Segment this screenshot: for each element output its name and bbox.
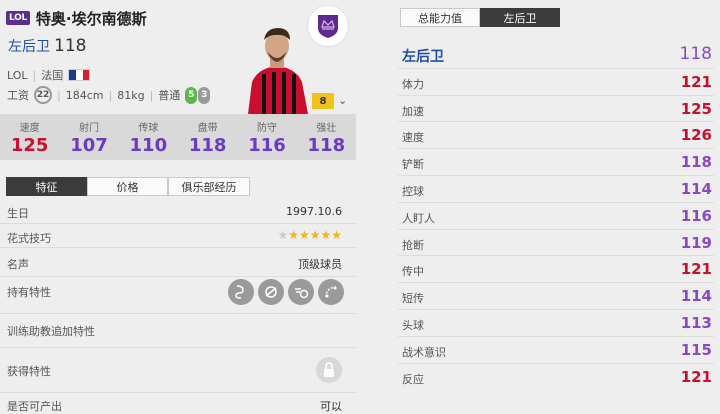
- list-item: 获得特性: [0, 348, 356, 393]
- trainer-traits-label: 训练助教追加特性: [7, 325, 95, 338]
- france-flag-icon: [68, 69, 91, 81]
- info-tabs: 特征 价格 俱乐部经历: [6, 177, 250, 196]
- list-item: 训练助教追加特性: [0, 314, 356, 348]
- attribute-tabs: 总能力值 左后卫: [400, 8, 560, 27]
- tab-overall[interactable]: 总能力值: [400, 8, 480, 27]
- wage-label: 工资: [7, 89, 29, 102]
- attributes-panel: 总能力值 左后卫 左后卫 118 体力 121 加速 125 速度 126 铲断 118 …: [398, 0, 720, 414]
- skill-label: 花式技巧: [7, 232, 51, 245]
- physical-row: 工资 22 | 184cm | 81kg | 普通 5 3: [7, 86, 211, 104]
- tradable-label: 是否可产出: [7, 400, 62, 413]
- player-name: 特奥·埃尔南德斯: [35, 9, 147, 28]
- enhance-level-badge[interactable]: 8: [312, 93, 334, 109]
- tab-position[interactable]: 左后卫: [480, 8, 560, 27]
- list-item: 生日 1997.10.6: [0, 200, 356, 224]
- league-tag: LOL: [7, 68, 28, 82]
- player-header: LOL 特奥·埃尔南德斯: [6, 6, 147, 30]
- stat-physical: 强壮 118: [307, 123, 346, 156]
- attribute-row: 速度 126: [398, 122, 714, 150]
- tab-club-history[interactable]: 俱乐部经历: [168, 177, 250, 196]
- stat-passing: 传球 110: [129, 123, 168, 156]
- attribute-row: 铲断 118: [398, 149, 714, 176]
- player-info-panel: LOL 特奥·埃尔南德斯 左后卫 118 LOL | 法国 工资 22 | 18…: [0, 0, 356, 414]
- stat-dribbling: 盘带 118: [188, 123, 227, 156]
- main-stats-bar: 速度 125 射门 107 传球 110 盘带 118 防守 116 强壮 118: [0, 114, 356, 160]
- ovr-value: 118: [54, 36, 87, 56]
- lock-icon: [316, 357, 342, 383]
- stat-shooting: 射门 107: [70, 123, 108, 156]
- attribute-row: 体力 121: [398, 69, 714, 96]
- birthday-value: 1997.10.6: [286, 205, 342, 218]
- tab-price[interactable]: 价格: [87, 177, 168, 196]
- chevron-down-icon[interactable]: ⌄: [338, 94, 347, 107]
- attribute-row: 传中 121: [398, 256, 714, 284]
- attribute-row: 加速 125: [398, 96, 714, 123]
- attribute-list: 左后卫 118 体力 121 加速 125 速度 126 铲断 118 控球 114 人盯人…: [398, 42, 714, 390]
- list-item: 是否可产出 可以: [0, 393, 356, 414]
- player-photo: [238, 22, 316, 114]
- position-ovr: 左后卫 118: [8, 36, 86, 56]
- nation-label: 法国: [41, 69, 64, 82]
- separator: |: [32, 68, 37, 82]
- right-foot-badge: 3: [198, 86, 211, 104]
- season-badge: LOL: [6, 11, 30, 25]
- tradable-value: 可以: [320, 400, 342, 413]
- list-item: 持有特性: [0, 277, 356, 314]
- body-type: 普通: [158, 89, 181, 102]
- stat-defending: 防守 116: [248, 123, 286, 156]
- skill-stars: ★★★★★★: [277, 228, 342, 242]
- attribute-row: 左后卫 118: [398, 42, 714, 69]
- ball-runner-icon[interactable]: [288, 279, 314, 305]
- list-item: 名声 顶级球员: [0, 248, 356, 277]
- crown-shield-icon: [308, 6, 348, 46]
- fame-value: 顶级球员: [298, 258, 342, 271]
- traits-label: 持有特性: [7, 286, 51, 299]
- stat-pace: 速度 125: [10, 123, 49, 156]
- traits-icons: [224, 279, 344, 305]
- attribute-row: 头球 113: [398, 310, 714, 337]
- long-throw-icon[interactable]: [258, 279, 284, 305]
- attribute-row: 短传 114: [398, 283, 714, 310]
- acquired-traits-label: 获得特性: [7, 365, 51, 378]
- weight-value: 81kg: [117, 88, 145, 102]
- fame-label: 名声: [7, 258, 29, 271]
- wage-badge: 22: [34, 86, 52, 104]
- left-foot-badge: 5: [185, 86, 198, 104]
- list-item: 花式技巧 ★★★★★★: [0, 224, 356, 248]
- tab-traits[interactable]: 特征: [6, 177, 87, 196]
- height-value: 184cm: [65, 88, 104, 102]
- attribute-row: 战术意识 115: [398, 337, 714, 364]
- position-label: 左后卫: [8, 39, 50, 55]
- league-nation-row: LOL | 法国: [7, 67, 91, 83]
- attribute-row: 控球 114: [398, 176, 714, 203]
- attribute-row: 反应 121: [402, 367, 712, 386]
- birthday-label: 生日: [7, 207, 29, 220]
- snake-dribble-icon[interactable]: [228, 279, 254, 305]
- attribute-row: 抢断 119: [398, 230, 714, 257]
- playmaker-icon[interactable]: [318, 279, 344, 305]
- attribute-row: 人盯人 116: [398, 203, 714, 230]
